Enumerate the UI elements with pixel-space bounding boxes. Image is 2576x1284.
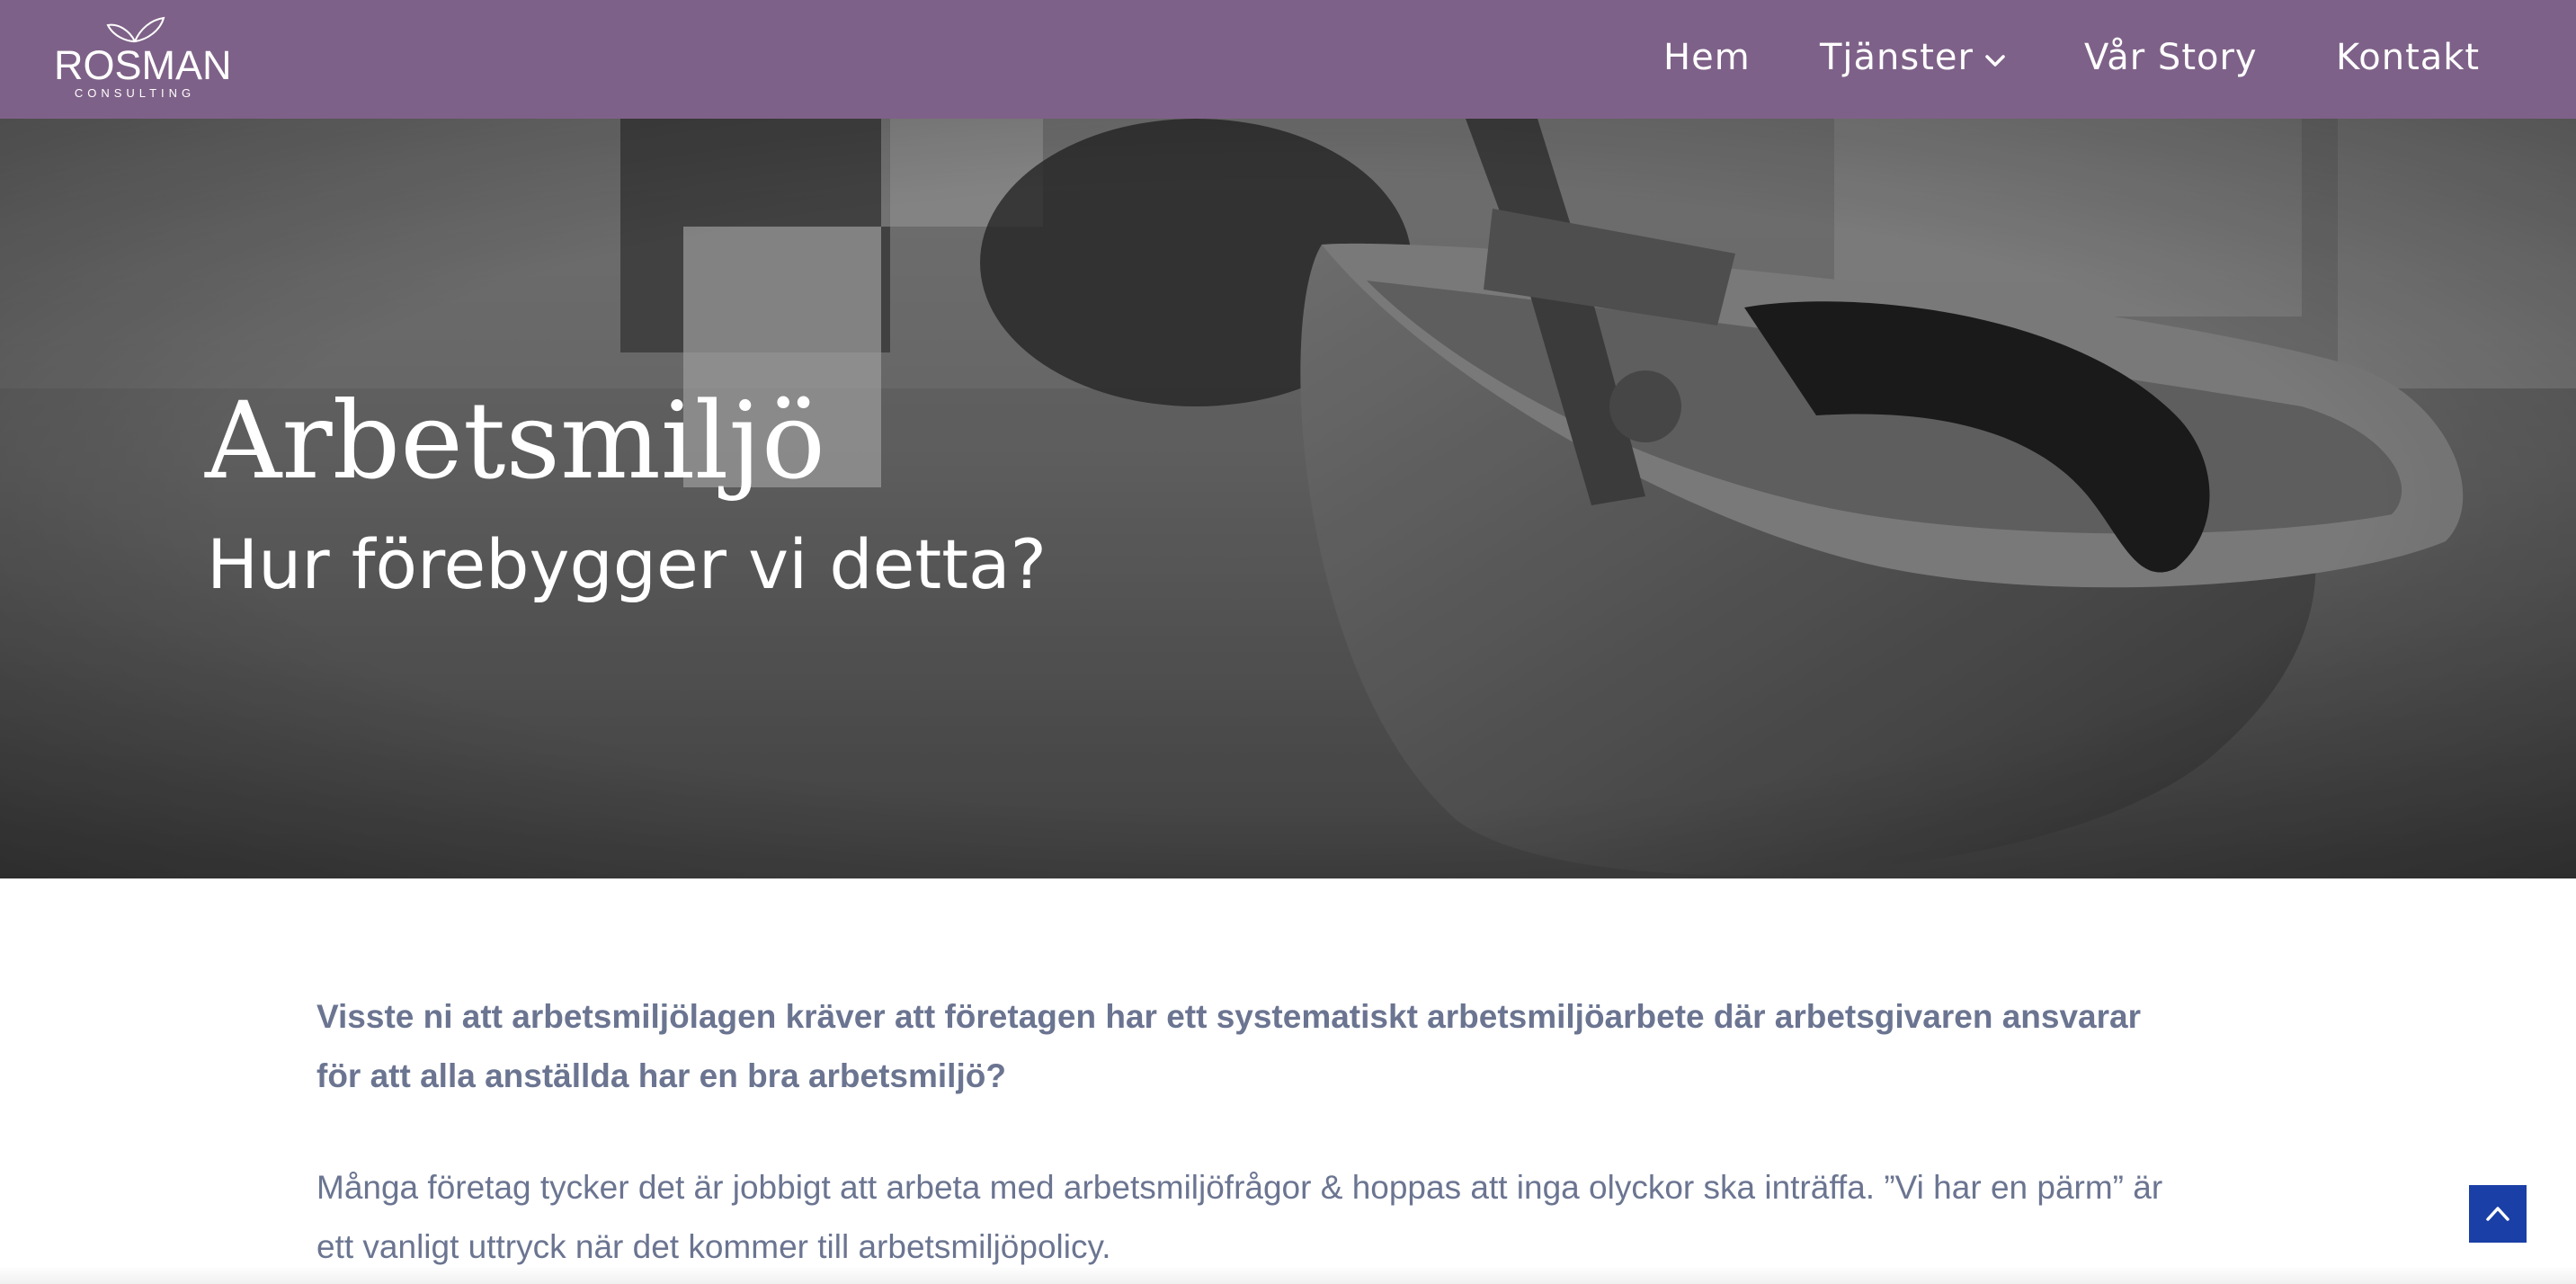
nav-item-label: Vår Story [2084, 37, 2258, 78]
hero-banner: Arbetsmiljö Hur förebygger vi detta? [0, 119, 2576, 878]
site-header: ROSMAN CONSULTING Hem Tjänster Vår Story… [0, 0, 2576, 119]
nav-item-label: Kontakt [2336, 37, 2481, 78]
logo-tagline: CONSULTING [74, 86, 196, 100]
nav-item-label: Hem [1663, 37, 1751, 78]
nav-item-var-story[interactable]: Vår Story [2084, 32, 2258, 83]
nav-item-tjanster[interactable]: Tjänster [1820, 32, 2006, 83]
nav-item-hem[interactable]: Hem [1663, 32, 1751, 83]
lead-paragraph: Visste ni att arbetsmiljölagen kräver at… [316, 998, 2141, 1094]
chevron-down-icon [1984, 31, 2006, 82]
site-logo[interactable]: ROSMAN CONSULTING [54, 13, 232, 106]
chevron-up-icon [2486, 1207, 2509, 1221]
footer-shadow [0, 1266, 2576, 1284]
nav-item-label: Tjänster [1820, 37, 1974, 78]
logo-wordmark: ROSMAN [54, 42, 232, 88]
body-paragraph: Många företag tycker det är jobbigt att … [316, 1169, 2163, 1265]
leaves-logo-icon [106, 16, 165, 43]
page-title: Arbetsmiljö [205, 379, 825, 503]
hero-subtitle: Hur förebygger vi detta? [207, 524, 1047, 604]
scroll-to-top-button[interactable] [2469, 1185, 2527, 1243]
main-content: Visste ni att arbetsmiljölagen kräver at… [316, 987, 2187, 1277]
nav-item-kontakt[interactable]: Kontakt [2336, 32, 2480, 83]
